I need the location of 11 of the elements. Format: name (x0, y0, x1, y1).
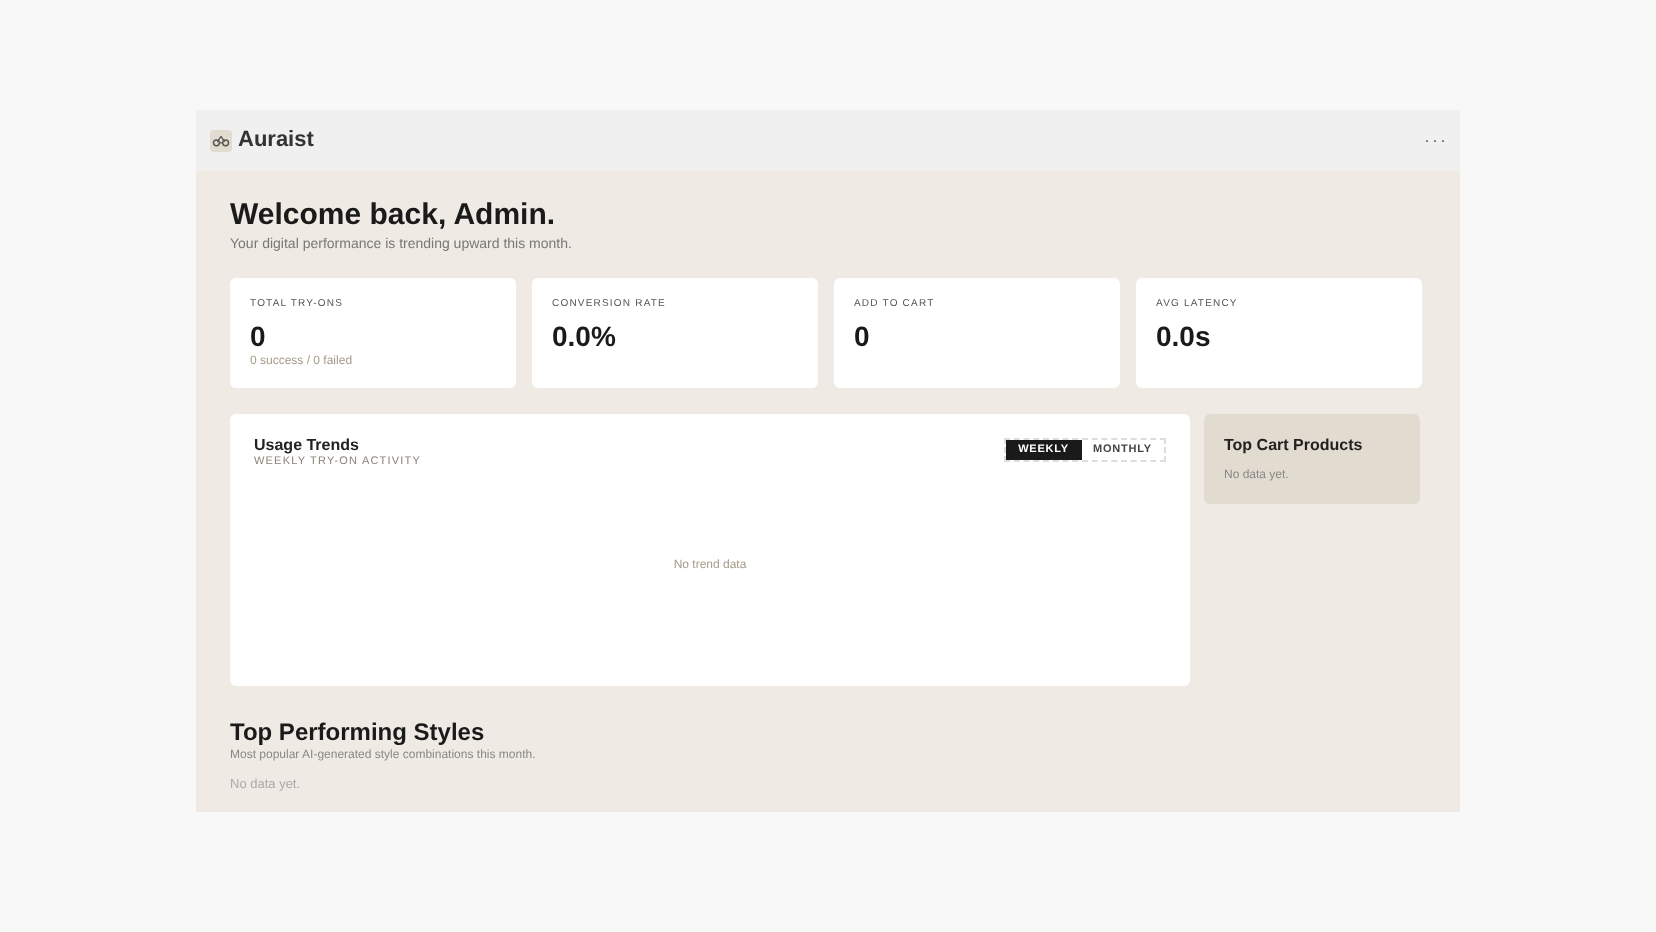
more-menu-button[interactable]: ··· (1424, 130, 1448, 150)
stat-value: 0.0% (552, 320, 616, 352)
app-name: Auraist (238, 128, 314, 152)
card-title: Top Cart Products (1224, 436, 1365, 454)
card-title: Usage Trends (254, 436, 361, 454)
section-title: Top Performing Styles (230, 718, 487, 746)
stat-value: 0.0s (1156, 320, 1211, 352)
stat-value: 0 (854, 320, 870, 352)
logo-icon (210, 129, 232, 151)
stat-value: 0 (250, 320, 266, 352)
welcome-title: Welcome back, Admin. (230, 198, 558, 232)
